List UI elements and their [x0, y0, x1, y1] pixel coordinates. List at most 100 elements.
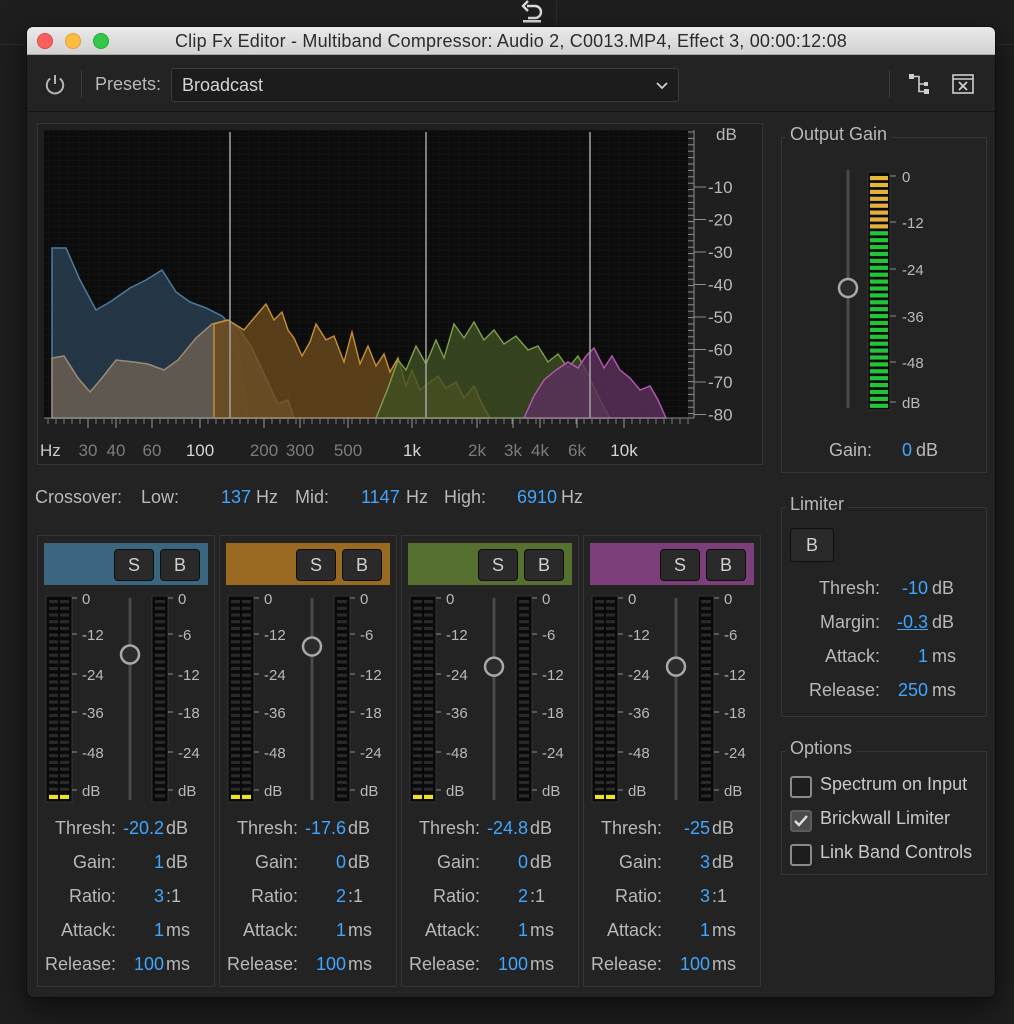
threshold-slider-knob[interactable]	[483, 656, 505, 677]
crossover-high-value[interactable]: 6910	[517, 487, 557, 508]
input-meter-label: -48	[264, 745, 286, 762]
limiter-thresh-value[interactable]: -10	[878, 578, 928, 599]
ratio-value[interactable]: 3	[122, 886, 164, 907]
band-color-header[interactable]: SB	[226, 543, 390, 585]
close-box-icon[interactable]	[951, 73, 975, 95]
output-meter-segment	[870, 217, 888, 222]
band-color-header[interactable]: SB	[590, 543, 754, 585]
ratio-value[interactable]: 2	[304, 886, 346, 907]
gain-value[interactable]: 3	[668, 852, 710, 873]
routing-icon[interactable]	[907, 72, 931, 96]
gr-meter-label: -6	[724, 627, 737, 644]
meter-segment	[155, 626, 165, 630]
ratio-value[interactable]: 2	[486, 886, 528, 907]
release-value[interactable]: 100	[122, 954, 164, 975]
meter-segment	[424, 640, 433, 644]
meter-segment-lit	[60, 795, 69, 799]
meter-segment	[701, 620, 711, 624]
attack-value[interactable]: 1	[668, 920, 710, 941]
crossover-mid-value[interactable]: 1147	[361, 487, 400, 508]
meter-segment	[337, 794, 347, 798]
threshold-value[interactable]: -17.6	[304, 818, 346, 839]
meter-segment	[701, 600, 711, 604]
threshold-value[interactable]: -25	[668, 818, 710, 839]
gain-value[interactable]: 0	[486, 852, 528, 873]
solo-button[interactable]: S	[478, 549, 518, 581]
meter-segment	[60, 754, 69, 758]
gr-meter-label: -6	[542, 627, 555, 644]
bypass-button[interactable]: B	[160, 549, 200, 581]
ratio-value[interactable]: 3	[668, 886, 710, 907]
meter-segment	[595, 633, 604, 637]
output-gain-value[interactable]: 0	[878, 440, 912, 461]
gr-meter-label: dB	[360, 783, 378, 800]
meter-segment	[49, 713, 58, 718]
titlebar[interactable]: Clip Fx Editor - Multiband Compressor: A…	[27, 27, 995, 55]
meter-segment-lit	[424, 795, 433, 799]
meter-segment	[49, 740, 58, 744]
meter-segment	[413, 713, 422, 718]
meter-segment	[231, 774, 240, 778]
undo-icon[interactable]	[518, 0, 546, 26]
meter-segment	[231, 687, 240, 691]
crossover-low-value[interactable]: 137	[221, 487, 251, 508]
band-color-header[interactable]: SB	[44, 543, 208, 585]
threshold-value[interactable]: -20.2	[122, 818, 164, 839]
attack-value[interactable]: 1	[486, 920, 528, 941]
spectrum-display[interactable]: -10 -20 -30 -40 -50 -60 -70 -80 30 40 60 100 200 300…	[37, 123, 763, 465]
solo-button[interactable]: S	[296, 549, 336, 581]
release-value[interactable]: 100	[668, 954, 710, 975]
meter-segment	[606, 693, 615, 697]
threshold-slider-knob[interactable]	[665, 656, 687, 677]
limiter-margin-value[interactable]: -0.3	[878, 612, 928, 633]
solo-button[interactable]: S	[114, 549, 154, 581]
input-meter-label: -12	[264, 627, 286, 644]
band-1: S B 0 -12 -24 -36 -48 dB 0 -6 -12 -18 -24 dB Thresh: -2…	[37, 535, 215, 987]
meter-segment	[606, 774, 615, 778]
threshold-slider-knob[interactable]	[119, 644, 141, 665]
presets-dropdown[interactable]: Broadcast	[171, 68, 679, 102]
meter-segment	[606, 673, 615, 677]
gain-value[interactable]: 1	[122, 852, 164, 873]
checkbox[interactable]	[790, 810, 812, 832]
meter-segment	[155, 687, 165, 691]
input-meter-label: 0	[446, 594, 454, 608]
meter-segment	[242, 687, 251, 691]
meter-segment	[595, 687, 604, 691]
release-value[interactable]: 100	[304, 954, 346, 975]
limiter-release-value[interactable]: 250	[878, 680, 928, 701]
output-gain-slider-knob[interactable]	[837, 277, 859, 299]
threshold-row: Thresh: -20.2 dB	[38, 818, 216, 844]
gr-meter-label: -12	[724, 667, 746, 684]
solo-button[interactable]: S	[660, 549, 700, 581]
power-icon[interactable]	[43, 73, 67, 97]
threshold-value[interactable]: -24.8	[486, 818, 528, 839]
spectrum-graph[interactable]: -10 -20 -30 -40 -50 -60 -70 -80 30 40 60 100 200 300…	[38, 124, 764, 466]
limiter-attack-value[interactable]: 1	[878, 646, 928, 667]
checkbox[interactable]	[790, 844, 812, 866]
threshold-slider-knob[interactable]	[301, 636, 323, 657]
attack-value[interactable]: 1	[304, 920, 346, 941]
meter-segment	[60, 667, 69, 671]
meter-segment	[337, 693, 347, 697]
bypass-button[interactable]: B	[706, 549, 746, 581]
limiter-bypass-button[interactable]: B	[790, 528, 834, 562]
meter-segment	[231, 734, 240, 738]
band-color-header[interactable]: SB	[408, 543, 572, 585]
meter-segment	[60, 700, 69, 704]
gain-value[interactable]: 0	[304, 852, 346, 873]
bypass-button[interactable]: B	[524, 549, 564, 581]
checkbox[interactable]	[790, 776, 812, 798]
release-value[interactable]: 100	[486, 954, 528, 975]
meter-segment	[60, 626, 69, 630]
bypass-button[interactable]: B	[342, 549, 382, 581]
meter-segment	[424, 653, 433, 657]
meter-segment	[155, 767, 165, 771]
attack-value[interactable]: 1	[122, 920, 164, 941]
meter-segment	[49, 787, 58, 791]
output-meter-segment	[870, 383, 888, 388]
meter-segment	[337, 720, 347, 724]
limiter-thresh-row: Thresh: -10 dB	[782, 578, 986, 604]
meter-segment	[701, 680, 711, 684]
meter-segment	[606, 680, 615, 684]
